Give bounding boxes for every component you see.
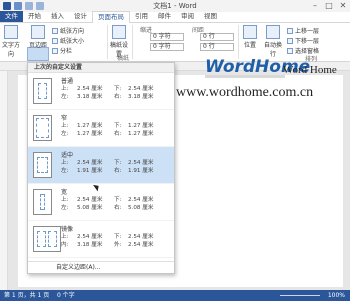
space-before-input[interactable]: 0 行 bbox=[200, 33, 234, 41]
margins-button-face[interactable]: 页边距 bbox=[29, 25, 47, 49]
tab-mailings[interactable]: 邮件 bbox=[153, 11, 176, 22]
selection-pane-icon bbox=[287, 47, 293, 54]
custom-margins-item[interactable]: 自定义边距(A)... bbox=[28, 261, 174, 273]
margin-option-wide[interactable]: 宽 上: 2.54 厘米 下: 2.54 厘米 左: 5.08 厘米 右: 5.… bbox=[28, 184, 174, 221]
zoom-slider[interactable] bbox=[280, 295, 320, 296]
send-backward-icon bbox=[287, 37, 293, 44]
bring-forward-icon bbox=[287, 27, 293, 34]
brand-shadow bbox=[205, 75, 285, 78]
group-separator bbox=[107, 25, 108, 59]
margin-preview-icon bbox=[33, 78, 52, 104]
right-indent-input[interactable]: 0 字符 bbox=[150, 43, 184, 51]
tab-design[interactable]: 设计 bbox=[69, 11, 92, 22]
size-label: 纸张大小 bbox=[60, 38, 85, 45]
wrap-text-label: 自动换行 bbox=[263, 42, 282, 58]
bring-forward-label: 上移一层 bbox=[295, 28, 320, 35]
page-count[interactable]: 第 1 页，共 1 页 bbox=[4, 292, 49, 299]
manuscript-group-label: 稿纸 bbox=[117, 55, 130, 62]
tab-page-layout[interactable]: 页面布局 bbox=[92, 11, 130, 23]
tab-insert[interactable]: 插入 bbox=[46, 11, 69, 22]
size-button[interactable]: 纸张大小 bbox=[52, 36, 84, 45]
option-name: 普通 bbox=[61, 78, 74, 85]
margin-preview-icon bbox=[33, 115, 52, 141]
space-after-input[interactable]: 0 行 bbox=[200, 43, 234, 51]
option-name: 镜像 bbox=[61, 226, 74, 233]
columns-label: 分栏 bbox=[60, 48, 73, 55]
vertical-ruler bbox=[0, 71, 8, 290]
send-backward-button[interactable]: 下移一层 bbox=[287, 36, 319, 45]
tab-references[interactable]: 引用 bbox=[130, 11, 153, 22]
wrap-text-button[interactable]: 自动换行 bbox=[262, 25, 284, 58]
margin-option-narrow[interactable]: 窄 上: 1.27 厘米 下: 1.27 厘米 左: 1.27 厘米 右: 1.… bbox=[28, 110, 174, 147]
restore-button[interactable]: □ bbox=[324, 1, 334, 10]
text-direction-label: 文字方向 bbox=[2, 42, 21, 58]
redo-icon[interactable] bbox=[36, 2, 44, 10]
position-label: 位置 bbox=[243, 42, 256, 49]
word-count[interactable]: 0 个字 bbox=[57, 292, 75, 299]
columns-icon bbox=[52, 47, 58, 54]
window-title: 文档1 - Word bbox=[153, 2, 197, 10]
wrap-text-icon bbox=[266, 25, 280, 39]
margin-option-normal[interactable]: 普通 上: 2.54 厘米 下: 2.54 厘米 左: 3.18 厘米 右: 3… bbox=[28, 73, 174, 110]
tab-review[interactable]: 审阅 bbox=[176, 11, 199, 22]
left-indent-input[interactable]: 0 字符 bbox=[150, 33, 184, 41]
send-backward-label: 下移一层 bbox=[295, 38, 320, 45]
tab-view[interactable]: 视图 bbox=[199, 11, 222, 22]
columns-button[interactable]: 分栏 bbox=[52, 46, 72, 55]
margins-dropdown: 上次的自定义设置 普通 上: 2.54 厘米 下: 2.54 厘米 左: 3.1… bbox=[27, 62, 175, 274]
close-button[interactable]: ✕ bbox=[338, 1, 348, 10]
option-name: 窄 bbox=[61, 115, 68, 122]
margins-icon bbox=[31, 25, 45, 39]
orientation-button[interactable]: 纸张方向 bbox=[52, 26, 84, 35]
tab-file[interactable]: 文件 bbox=[0, 11, 23, 22]
zoom-level[interactable]: 100% bbox=[328, 290, 345, 301]
option-name: 宽 bbox=[61, 189, 68, 196]
brand-subtext: Word Home bbox=[283, 64, 337, 76]
size-icon bbox=[52, 37, 58, 44]
margins-label: 页边距 bbox=[29, 42, 48, 49]
manuscript-icon bbox=[112, 25, 126, 39]
group-separator bbox=[238, 25, 239, 59]
dropdown-header: 上次的自定义设置 bbox=[28, 63, 174, 73]
minimize-button[interactable]: – bbox=[310, 1, 320, 10]
position-icon bbox=[243, 25, 257, 39]
text-direction-icon bbox=[4, 25, 18, 39]
option-name: 适中 bbox=[61, 152, 74, 159]
orientation-label: 纸张方向 bbox=[60, 28, 85, 35]
margin-preview-icon bbox=[33, 152, 52, 178]
margins-button[interactable] bbox=[27, 47, 49, 61]
margin-option-moderate[interactable]: 适中 上: 2.54 厘米 下: 2.54 厘米 左: 1.91 厘米 右: 1… bbox=[28, 147, 174, 184]
window-controls: – □ ✕ bbox=[310, 1, 348, 10]
word-app-icon bbox=[3, 2, 11, 10]
tab-home[interactable]: 开始 bbox=[23, 11, 46, 22]
status-bar: 第 1 页，共 1 页 0 个字 100% bbox=[0, 290, 350, 301]
save-icon[interactable] bbox=[14, 2, 22, 10]
undo-icon[interactable] bbox=[25, 2, 33, 10]
position-button[interactable]: 位置 bbox=[241, 25, 259, 49]
bring-forward-button[interactable]: 上移一层 bbox=[287, 26, 319, 35]
orientation-icon bbox=[52, 27, 58, 34]
quick-access-toolbar bbox=[0, 2, 44, 10]
margin-preview-icon bbox=[33, 189, 52, 215]
margin-option-mirrored[interactable]: 镜像 上: 2.54 厘米 下: 2.54 厘米 内: 3.18 厘米 外: 2… bbox=[28, 221, 174, 258]
text-direction-button[interactable]: 文字方向 bbox=[2, 25, 20, 58]
group-separator bbox=[132, 25, 133, 59]
ribbon-tabs: 文件 开始 插入 设计 页面布局 引用 邮件 审阅 视图 bbox=[0, 11, 350, 23]
margin-preview-icon bbox=[33, 226, 61, 252]
url-text: www.wordhome.com.cn bbox=[176, 85, 314, 100]
